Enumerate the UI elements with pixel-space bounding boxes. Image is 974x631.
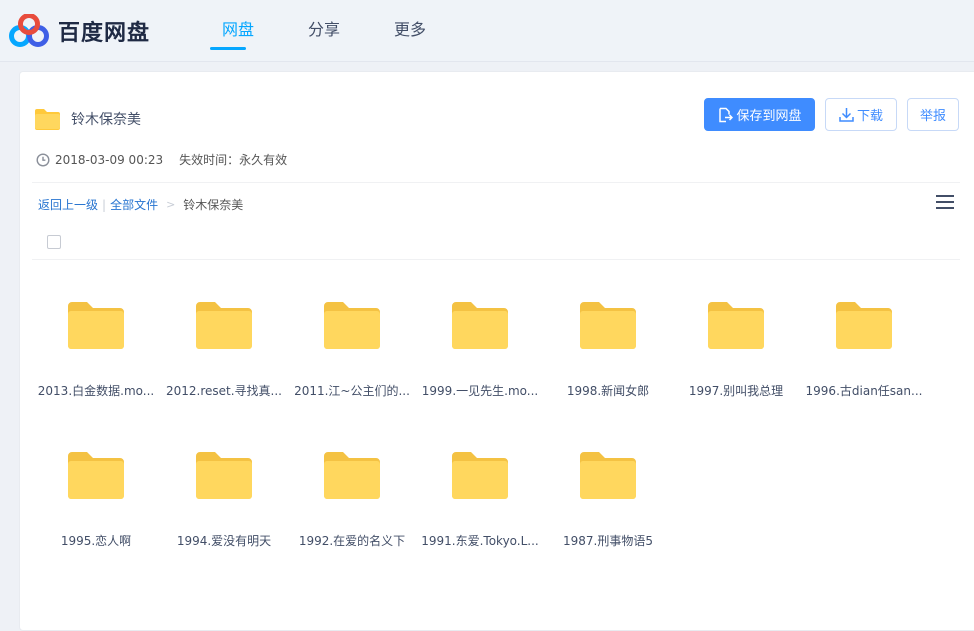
nav-label: 更多 <box>393 20 426 39</box>
download-button-label: 下载 <box>856 109 883 124</box>
report-button[interactable]: 举报 <box>907 98 959 131</box>
save-to-netdisk-button[interactable]: 保存到网盘 <box>704 98 815 131</box>
folder-icon <box>324 452 380 503</box>
breadcrumb-current: 铃木保奈美 <box>183 198 244 212</box>
baidu-netdisk-logo[interactable]: 百度网盘 <box>8 12 150 50</box>
list-icon-line <box>936 201 954 203</box>
share-header: 铃木保奈美 <box>34 108 141 130</box>
list-icon-line <box>936 195 954 197</box>
top-header: 百度网盘 网盘 分享 更多 <box>0 0 974 62</box>
save-button-label: 保存到网盘 <box>736 109 802 124</box>
download-button[interactable]: 下载 <box>825 98 897 131</box>
folder-icon <box>580 452 636 503</box>
folder-icon <box>35 109 60 130</box>
folder-icon <box>324 302 380 353</box>
download-icon <box>839 108 854 122</box>
report-button-label: 举报 <box>919 109 946 124</box>
clock-icon <box>36 152 50 167</box>
file-item[interactable]: 1995.恋人啊 <box>34 422 158 562</box>
file-name[interactable]: 1995.恋人啊 <box>34 532 158 549</box>
breadcrumb-separator: | <box>102 197 107 212</box>
save-icon <box>719 107 734 122</box>
share-expire-text: 失效时间：永久有效 <box>179 153 288 167</box>
folder-icon <box>452 452 508 503</box>
file-name[interactable]: 1999.一见先生.mo... <box>418 382 542 399</box>
file-item[interactable]: 1992.在爱的名义下 <box>290 422 414 562</box>
file-item[interactable]: 1996.古dian任san... <box>802 272 926 412</box>
logo-icon <box>9 14 49 47</box>
active-tab-indicator <box>210 47 246 50</box>
file-name[interactable]: 1991.东爱.Tokyo.L... <box>418 532 542 549</box>
logo-text: 百度网盘 <box>58 21 151 46</box>
divider <box>32 182 960 183</box>
divider <box>32 259 960 260</box>
folder-icon <box>196 302 252 353</box>
file-item[interactable]: 2011.江~公主们的... <box>290 272 414 412</box>
nav-item-more[interactable]: 更多 <box>367 0 453 62</box>
breadcrumb-back-link[interactable]: 返回上一级 <box>38 196 98 213</box>
breadcrumb: 返回上一级 | 全部文件 > 铃木保奈美 <box>38 196 243 213</box>
file-name[interactable]: 2013.白金数据.mo... <box>34 382 158 399</box>
file-name[interactable]: 2011.江~公主们的... <box>290 382 414 399</box>
folder-icon <box>580 302 636 353</box>
folder-icon <box>452 302 508 353</box>
file-item[interactable]: 1994.爱没有明天 <box>162 422 286 562</box>
file-item[interactable]: 1997.别叫我总理 <box>674 272 798 412</box>
file-item[interactable]: 2013.白金数据.mo... <box>34 272 158 412</box>
folder-icon <box>708 302 764 353</box>
folder-icon <box>836 302 892 353</box>
file-item[interactable]: 1987.刑事物语5 <box>546 422 670 562</box>
file-name[interactable]: 1996.古dian任san... <box>802 382 926 399</box>
nav-item-share[interactable]: 分享 <box>281 0 367 62</box>
nav-item-netdisk[interactable]: 网盘 <box>195 0 281 62</box>
nav-label: 网盘 <box>221 20 254 39</box>
breadcrumb-all-files-link[interactable]: 全部文件 <box>110 196 158 213</box>
file-item[interactable]: 1999.一见先生.mo... <box>418 272 542 412</box>
file-name[interactable]: 1994.爱没有明天 <box>162 532 286 549</box>
file-item[interactable]: 2012.reset.寻找真... <box>162 272 286 412</box>
breadcrumb-arrow: > <box>166 198 176 211</box>
folder-icon <box>68 452 124 503</box>
share-title: 铃木保奈美 <box>71 112 141 128</box>
share-panel: 铃木保奈美 保存到网盘 下载 举报 2018-03-09 00:23 失效时间：… <box>19 71 974 631</box>
select-all-checkbox[interactable] <box>47 235 61 249</box>
share-meta: 2018-03-09 00:23 失效时间：永久有效 <box>36 151 287 168</box>
file-name[interactable]: 2012.reset.寻找真... <box>162 382 286 399</box>
nav-label: 分享 <box>307 20 340 39</box>
file-name[interactable]: 1997.别叫我总理 <box>674 382 798 399</box>
file-item[interactable]: 1991.东爱.Tokyo.L... <box>418 422 542 562</box>
list-view-toggle-icon[interactable] <box>936 195 954 211</box>
folder-icon <box>68 302 124 353</box>
main-nav: 网盘 分享 更多 <box>195 0 453 62</box>
share-created-time: 2018-03-09 00:23 <box>55 152 164 167</box>
list-icon-line <box>936 207 954 209</box>
file-name[interactable]: 1998.新闻女郎 <box>546 382 670 399</box>
file-name[interactable]: 1987.刑事物语5 <box>546 532 670 549</box>
file-item[interactable]: 1998.新闻女郎 <box>546 272 670 412</box>
folder-icon <box>196 452 252 503</box>
file-name[interactable]: 1992.在爱的名义下 <box>290 532 414 549</box>
